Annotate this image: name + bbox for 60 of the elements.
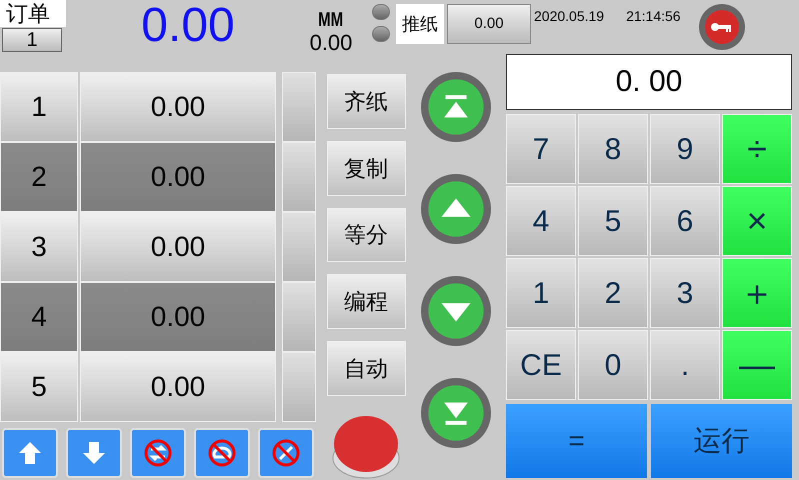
- keypad-key[interactable]: 0: [578, 330, 648, 400]
- row-side-cell[interactable]: [282, 212, 316, 282]
- function-button[interactable]: 齐纸: [326, 74, 406, 129]
- function-button[interactable]: 自动: [326, 341, 406, 396]
- row-side-cell[interactable]: [282, 352, 316, 422]
- time-text: 21:14:56: [626, 7, 681, 25]
- row-side-cell[interactable]: [282, 282, 316, 352]
- key-icon: [704, 9, 740, 45]
- unit-label: MM: [318, 8, 344, 32]
- toolbar-button[interactable]: [2, 428, 58, 478]
- keypad-key[interactable]: —: [722, 330, 792, 400]
- order-label: 订单: [0, 0, 66, 27]
- keypad-key[interactable]: ÷: [722, 114, 792, 184]
- row-side-cell[interactable]: [282, 142, 316, 212]
- keypad-key[interactable]: .: [650, 330, 720, 400]
- push-label: 推纸: [396, 4, 444, 44]
- swap-prohibited-icon: [142, 437, 174, 469]
- row-value-cell[interactable]: 0.00: [80, 72, 276, 142]
- function-button[interactable]: 编程: [326, 274, 406, 330]
- sub-value: 0.00: [310, 32, 352, 54]
- row-value-cell[interactable]: 0.00: [80, 212, 276, 282]
- keypad-key[interactable]: 2: [578, 258, 648, 328]
- order-number-field[interactable]: 1: [2, 28, 62, 52]
- emergency-stop-button[interactable]: [331, 414, 401, 480]
- row-value-cell[interactable]: 0.00: [80, 352, 276, 422]
- function-button[interactable]: 等分: [326, 208, 406, 262]
- main-value: 0.00: [140, 0, 236, 52]
- keypad-key[interactable]: CE: [506, 330, 576, 400]
- row-side-cell[interactable]: [282, 72, 316, 142]
- keypad-key[interactable]: 5: [578, 186, 648, 256]
- loop-prohibited-icon: [206, 437, 238, 469]
- row-index-cell[interactable]: 2: [0, 142, 78, 212]
- keypad-key[interactable]: ×: [722, 186, 792, 256]
- keypad-key[interactable]: 4: [506, 186, 576, 256]
- row-index-cell[interactable]: 5: [0, 352, 78, 422]
- keypad-key[interactable]: 9: [650, 114, 720, 184]
- row-index-cell[interactable]: 1: [0, 72, 78, 142]
- triangle-up-icon: [427, 180, 485, 238]
- triangle-down-icon: [427, 282, 485, 340]
- equals-button[interactable]: =: [506, 404, 647, 478]
- keypad-key[interactable]: 6: [650, 186, 720, 256]
- run-button[interactable]: 运行: [651, 404, 792, 478]
- row-index-cell[interactable]: 4: [0, 282, 78, 352]
- display-field: 0. 00: [506, 54, 792, 110]
- row-value-cell[interactable]: 0.00: [80, 282, 276, 352]
- keypad-key[interactable]: 8: [578, 114, 648, 184]
- keypad-key[interactable]: 7: [506, 114, 576, 184]
- row-value-cell[interactable]: 0.00: [80, 142, 276, 212]
- key-button[interactable]: [698, 4, 745, 50]
- jump-to-top-icon: [427, 78, 485, 136]
- date-text: 2020.05.19: [534, 7, 604, 25]
- row-index-cell[interactable]: 3: [0, 212, 78, 282]
- cross-prohibited-icon: [270, 437, 302, 469]
- keypad-key[interactable]: 3: [650, 258, 720, 328]
- keypad-key[interactable]: ＋: [722, 258, 792, 328]
- jump-to-bottom-icon: [427, 384, 485, 442]
- keypad-key[interactable]: 1: [506, 258, 576, 328]
- toolbar-button[interactable]: [66, 428, 122, 478]
- push-value-field[interactable]: 0.00: [447, 4, 531, 44]
- function-button[interactable]: 复制: [326, 140, 406, 196]
